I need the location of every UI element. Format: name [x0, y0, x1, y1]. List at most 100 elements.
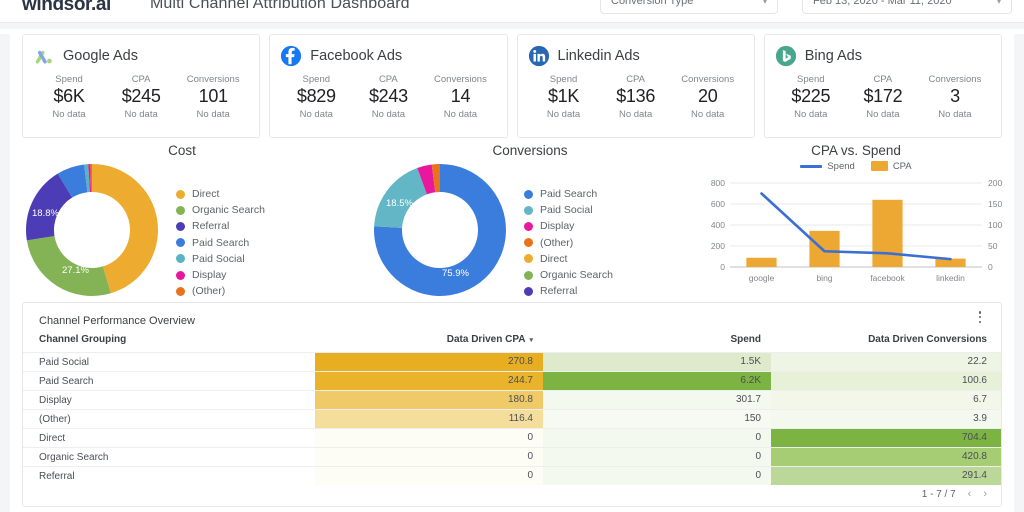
conversion-type-label: Conversion Type	[611, 0, 694, 7]
date-range-picker[interactable]: Feb 13, 2020 - Mar 11, 2020 ▾	[802, 0, 1012, 14]
kpi-metric-comparison: No data	[52, 109, 86, 120]
cost-donut[interactable]: 45.4% 27.1% 18.8%	[22, 160, 162, 300]
legend-item[interactable]: Organic Search	[524, 267, 613, 283]
conversions-donut[interactable]: 75.9% 18.5%	[370, 160, 510, 300]
legend-label: Paid Social	[540, 204, 593, 217]
cell-channel: Display	[23, 390, 315, 410]
legend-item[interactable]: Paid Search	[524, 186, 613, 202]
column-header-conversions[interactable]: Data Driven Conversions	[771, 330, 1001, 353]
legend-item[interactable]: Paid Social	[176, 251, 265, 267]
kpi-metric-comparison: No data	[691, 109, 725, 120]
kpi-metric-spend: Spend $829 No data	[280, 74, 352, 120]
legend-item[interactable]: Direct	[524, 251, 613, 267]
legend-item[interactable]: (Other)	[524, 235, 613, 251]
column-header-spend[interactable]: Spend	[543, 330, 771, 353]
kpi-metric-value: $225	[791, 86, 831, 106]
table-row[interactable]: (Other) 116.4 150 3.9	[23, 409, 1001, 429]
cell-conversions-value: 3.9	[771, 410, 1001, 428]
bar-facebook[interactable]	[872, 199, 903, 267]
cost-slice-label-direct: 45.4%	[98, 222, 125, 233]
legend-item[interactable]: Display	[176, 267, 265, 283]
more-vert-icon[interactable]	[973, 311, 987, 325]
table-row[interactable]: Paid Search 244.7 6.2K 100.6	[23, 371, 1001, 391]
cpa-vs-spend-svg: 800 200 600 150 400 100 200 50 0 0 google bing faceb…	[711, 178, 1003, 283]
table-pagination: 1 - 7 / 7 ‹ ›	[922, 488, 987, 500]
cell-channel: Paid Social	[23, 352, 315, 372]
legend-item[interactable]: Paid Search	[176, 235, 265, 251]
cost-chart-panel: Cost 45.4% 27.1% 18.8% Direct Organic Sea…	[22, 143, 342, 300]
kpi-metric-value: $6K	[53, 86, 85, 106]
cell-spend-value: 0	[543, 429, 771, 447]
x-axis-tick: facebook	[870, 273, 905, 283]
cell-conversions-value: 6.7	[771, 391, 1001, 409]
legend-item[interactable]: Paid Social	[524, 202, 613, 218]
kpi-metric-value: $172	[863, 86, 903, 106]
cell-conversions: 704.4	[771, 428, 1001, 448]
legend-item[interactable]: Referral	[524, 283, 613, 299]
conversions-donut-svg	[374, 164, 506, 296]
kpi-metric-comparison: No data	[196, 109, 230, 120]
kpi-metric-value: $829	[296, 86, 336, 106]
kpi-metric-cpa: CPA $245 No data	[105, 74, 177, 120]
kpi-metric-value: $243	[368, 86, 408, 106]
conversion-type-filter[interactable]: Conversion Type ▾	[600, 0, 778, 14]
cell-spend-value: 0	[543, 467, 771, 485]
table-row[interactable]: Display 180.8 301.7 6.7	[23, 390, 1001, 410]
cell-conversions: 100.6	[771, 371, 1001, 391]
cell-spend-value: 0	[543, 448, 771, 466]
y-axis-tick-right: 200	[988, 178, 1002, 188]
kpi-metric-conversions: Conversions 3 No data	[919, 74, 991, 120]
legend-label: Direct	[540, 252, 568, 265]
cell-channel: Paid Search	[23, 371, 315, 391]
cell-conversions-value: 420.8	[771, 448, 1001, 466]
spend-line[interactable]	[760, 192, 952, 261]
legend-item[interactable]: (Other)	[176, 283, 265, 299]
cpa-vs-spend-plot[interactable]: 800 200 600 150 400 100 200 50 0 0 google bing faceb…	[700, 175, 1012, 295]
next-page-button[interactable]: ›	[983, 488, 987, 500]
kpi-metric-value: 20	[697, 86, 718, 106]
legend-item[interactable]: Direct	[176, 186, 265, 202]
legend-item[interactable]: Referral	[176, 218, 265, 234]
prev-page-button[interactable]: ‹	[968, 488, 972, 500]
x-axis-tick: linkedin	[936, 273, 965, 283]
kpi-metric-value: $245	[121, 86, 161, 106]
cell-spend: 150	[543, 409, 771, 429]
legend-swatch-icon	[524, 270, 533, 280]
kpi-metric-comparison: No data	[938, 109, 972, 120]
column-header-cpa[interactable]: Data Driven CPA ▾	[315, 330, 543, 353]
legend-item[interactable]: Display	[524, 218, 613, 234]
column-header-channel[interactable]: Channel Grouping	[23, 330, 315, 353]
kpi-card-bing-ads[interactable]: Bing Ads Spend $225 No data CPA $172 No data Co…	[763, 34, 1002, 138]
kpi-metric-cpa: CPA $172 No data	[847, 74, 919, 120]
kpi-card-facebook-ads[interactable]: Facebook Ads Spend $829 No data CPA $243 No da…	[269, 34, 508, 138]
cell-cpa-value: 270.8	[315, 353, 543, 371]
kpi-card-google-ads[interactable]: Google Ads Spend $6K No data CPA $245 No data C…	[22, 34, 261, 138]
legend-item[interactable]: Organic Search	[176, 202, 265, 218]
table-row[interactable]: Direct 0 0 704.4	[23, 428, 1001, 448]
kpi-metric-comparison: No data	[124, 109, 158, 120]
pagination-range: 1 - 7 / 7	[921, 488, 956, 500]
x-axis-tick: bing	[816, 273, 832, 283]
cell-channel: Referral	[23, 466, 315, 485]
kpi-card-linkedin-ads[interactable]: Linkedin Ads Spend $1K No data CPA $136 No dat…	[516, 34, 755, 138]
legend-swatch-icon	[176, 189, 185, 199]
legend-swatch-icon	[524, 254, 533, 264]
conversions-chart-title: Conversions	[492, 143, 568, 158]
kpi-metric-spend: Spend $1K No data	[528, 74, 600, 120]
y-axis-tick-right: 50	[988, 241, 998, 251]
cell-cpa: 180.8	[315, 390, 543, 410]
kpi-metric-comparison: No data	[299, 109, 333, 120]
cell-cpa-value: 180.8	[315, 391, 543, 409]
bar-google[interactable]	[746, 257, 777, 267]
bar-bing[interactable]	[809, 230, 840, 267]
charts-row: Cost 45.4% 27.1% 18.8% Direct Organic Sea…	[0, 143, 1024, 297]
windsor-logo: windsor.ai	[22, 0, 111, 15]
table-row[interactable]: Paid Social 270.8 1.5K 22.2	[23, 352, 1001, 372]
conv-slice-label-paid-social: 18.5%	[386, 198, 413, 209]
legend-label: Organic Search	[192, 204, 265, 217]
table-row[interactable]: Organic Search 0 0 420.8	[23, 447, 1001, 467]
kpi-metric-spend: Spend $225 No data	[775, 74, 847, 120]
conversions-chart-panel: Conversions 75.9% 18.5% Paid Search Paid …	[370, 143, 690, 300]
cell-cpa-value: 0	[315, 429, 543, 447]
table-row[interactable]: Referral 0 0 291.4	[23, 466, 1001, 485]
